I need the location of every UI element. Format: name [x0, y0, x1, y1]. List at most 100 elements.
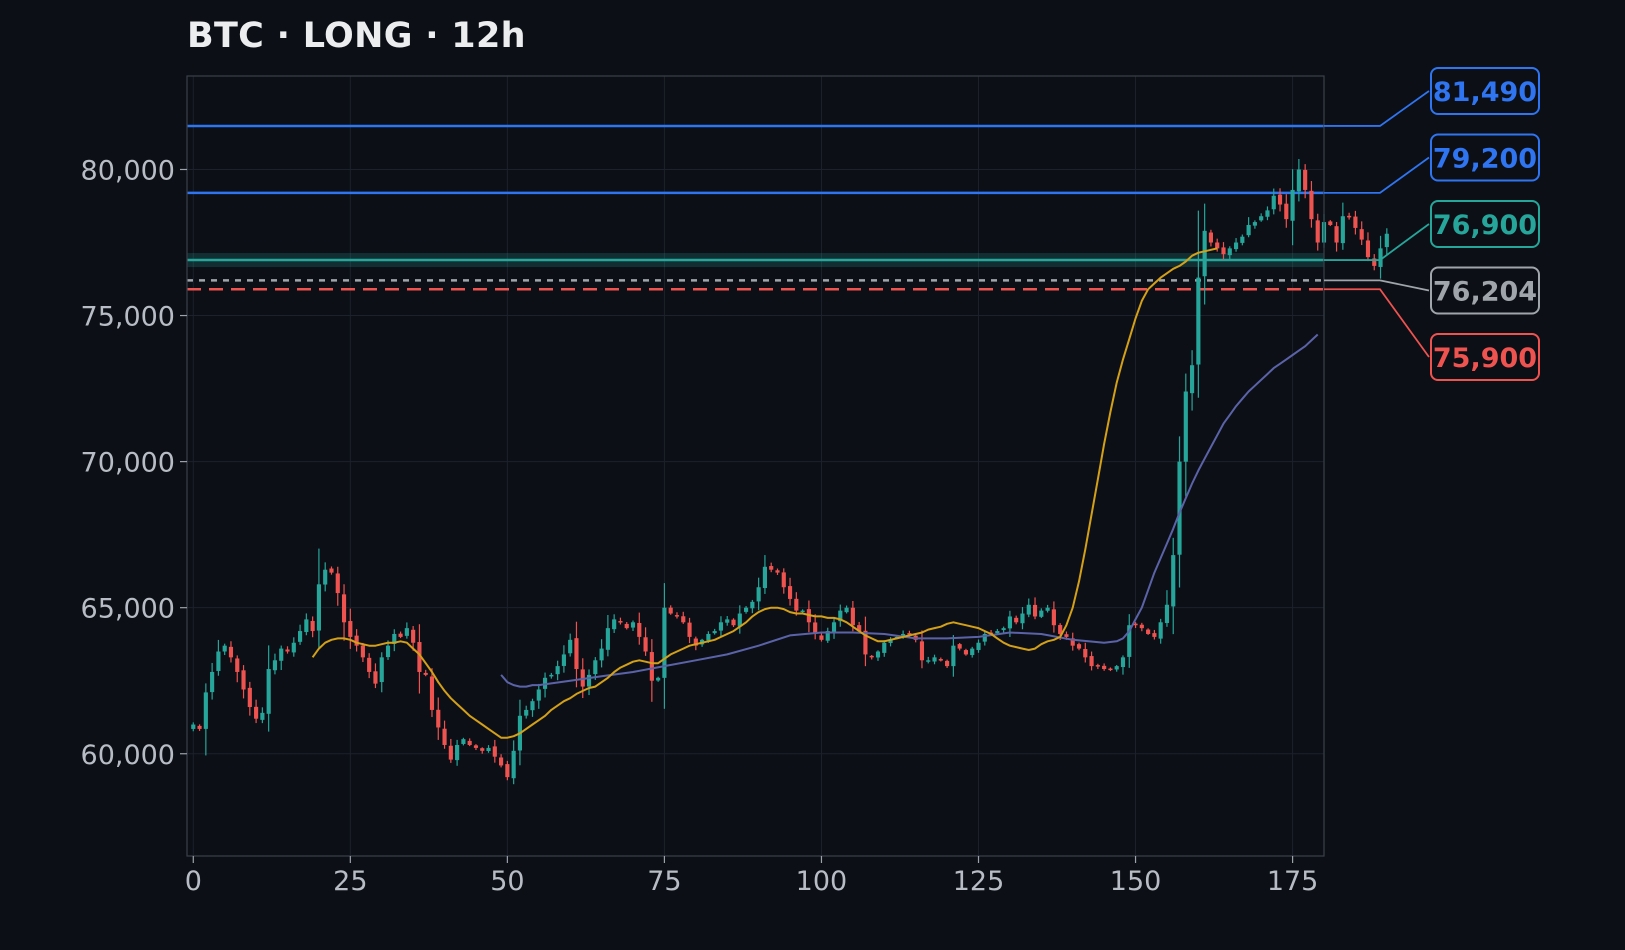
candle-body	[787, 586, 793, 599]
candle-body	[555, 666, 560, 675]
level-target1-label: 79,200	[1433, 144, 1537, 175]
candle-body	[1277, 194, 1283, 205]
candle-body	[1164, 604, 1170, 624]
candle-body	[442, 728, 447, 745]
candle-body	[1102, 665, 1107, 670]
candle-body	[712, 631, 717, 634]
candle-body	[612, 619, 617, 630]
candle-body	[1014, 617, 1019, 623]
candle-body	[1007, 616, 1012, 629]
x-tick-label: 50	[490, 866, 524, 897]
candle-body	[649, 652, 654, 681]
candle-body	[681, 616, 686, 623]
candle-body	[1108, 668, 1113, 671]
candle-body	[1259, 216, 1264, 221]
candle-body	[568, 639, 573, 654]
candle-body	[329, 568, 334, 573]
candle-body	[499, 757, 504, 766]
candle-body	[1171, 555, 1176, 607]
candle-body	[310, 620, 315, 632]
candle-body	[869, 655, 874, 658]
candle-body	[1240, 236, 1245, 243]
candle-body	[1309, 190, 1314, 220]
candle-body	[291, 642, 296, 653]
candle-body	[775, 570, 780, 573]
candle-body	[976, 642, 981, 650]
candle-body	[524, 709, 529, 716]
candle-body	[1284, 203, 1289, 220]
candle-body	[1347, 215, 1352, 218]
candle-body	[1026, 604, 1031, 615]
candle-body	[800, 610, 805, 613]
candle-body	[938, 659, 943, 661]
x-tick-label: 25	[333, 866, 367, 897]
candle-body	[1139, 624, 1144, 629]
x-tick-label: 150	[1110, 866, 1162, 897]
candle-body	[1340, 216, 1345, 244]
candle-body	[530, 701, 535, 711]
candle-body	[297, 631, 303, 642]
candle-body	[1252, 222, 1257, 226]
candle-body	[957, 644, 962, 649]
candle-body	[1334, 226, 1339, 243]
candle-body	[951, 645, 956, 667]
candle-body	[744, 607, 749, 612]
candle-body	[875, 651, 881, 658]
candle-body	[1365, 240, 1371, 258]
level-entry-label: 76,900	[1433, 210, 1537, 241]
candle-body	[1359, 229, 1364, 240]
candle-body	[850, 607, 855, 626]
candle-body	[1196, 277, 1201, 365]
candle-body	[630, 622, 636, 628]
level-target1-connector	[1324, 156, 1430, 194]
candle-body	[1039, 610, 1044, 617]
candle-body	[643, 637, 648, 652]
candle-body	[756, 587, 761, 602]
level-target2-label: 81,490	[1433, 77, 1537, 108]
candle-body	[1190, 365, 1195, 394]
candle-body	[279, 648, 284, 661]
candle-body	[831, 622, 837, 632]
candle-body	[750, 601, 755, 609]
candle-body	[480, 748, 485, 751]
candle-body	[819, 635, 824, 640]
candle-body	[1095, 665, 1100, 667]
candle-body	[222, 645, 227, 652]
candle-body	[668, 607, 673, 614]
candle-body	[1384, 233, 1389, 248]
candle-body	[794, 598, 799, 611]
candle-body	[260, 712, 265, 720]
candle-body	[593, 660, 598, 675]
candle-body	[210, 671, 215, 693]
candle-body	[1315, 220, 1320, 243]
candle-body	[1064, 634, 1069, 637]
candle-body	[1051, 609, 1056, 626]
candle-body	[467, 740, 472, 745]
candle-body	[197, 725, 202, 729]
candle-body	[1215, 242, 1220, 249]
candle-body	[844, 607, 849, 613]
y-tick-label: 80,000	[81, 155, 175, 186]
candle-body	[247, 687, 252, 708]
candle-body	[404, 628, 409, 636]
candle-body	[1183, 391, 1188, 462]
candle-body	[618, 621, 623, 623]
candle-body	[411, 629, 416, 643]
candle-body	[373, 671, 378, 684]
candle-body	[1152, 633, 1157, 637]
candle-body	[1246, 224, 1251, 236]
candle-body	[1020, 613, 1025, 624]
candle-body	[1083, 648, 1088, 658]
candle-body	[549, 674, 554, 677]
candle-body	[436, 709, 441, 728]
candle-body	[1202, 230, 1207, 277]
candle-body	[1076, 644, 1082, 649]
candle-body	[1290, 189, 1295, 221]
candle-body	[492, 746, 497, 757]
candle-body	[725, 619, 730, 623]
candle-body	[1303, 169, 1308, 190]
candle-body	[599, 648, 604, 661]
candle-body	[272, 660, 278, 671]
candle-body	[266, 669, 271, 714]
candle-body	[624, 623, 629, 629]
